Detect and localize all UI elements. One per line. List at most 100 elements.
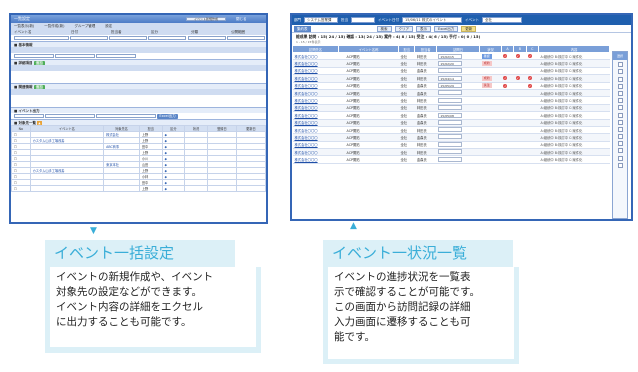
export-file-input[interactable] [96,114,157,118]
left-tab-3[interactable]: 設定 [105,24,112,28]
target-link[interactable]: 株式会社〇〇〇 [295,106,318,110]
visit-date-input[interactable] [438,104,463,110]
basic-input-3[interactable] [96,54,137,58]
target-link[interactable]: ABC商事 [106,145,119,149]
dept-select[interactable]: システム営業課 [304,17,338,23]
owner-select[interactable] [109,36,148,40]
target-link[interactable]: 株式会社〇〇〇 [295,143,318,147]
target-link[interactable]: 株式会社〇〇〇 [295,62,318,66]
table-row[interactable]: 株式会社〇〇〇 ACP開拓 全社 林田氏 A:継続中 B:検討中 C:案件化 [292,148,610,157]
target-link[interactable]: 株式会社〇〇〇 [295,136,318,140]
row-select-checkbox[interactable] [617,141,623,147]
visit-date-input[interactable]: 15/05/08 [438,112,463,118]
row-select-checkbox[interactable] [617,134,623,140]
visit-date-input[interactable] [438,127,463,133]
export-date-input[interactable] [14,114,44,118]
target-link[interactable]: 株式会社〇〇〇 [295,84,318,88]
event-date-select[interactable]: 15/06/11 株式のイベント [402,17,462,23]
visit-date-input[interactable] [438,97,463,103]
detail-add-button[interactable]: 追加 [33,60,45,65]
table-row[interactable]: 株式会社〇〇〇 ACP開拓 全社 金森氏 A:継続中 B:検討中 C:案件化 [292,155,610,164]
target-link[interactable]: 株式会社〇〇〇 [295,114,318,118]
table-row[interactable]: 株式会社〇〇〇 ACP開拓 全社 林田氏 A:継続中 B:検討中 C:案件化 [292,141,610,150]
row-select-checkbox[interactable] [617,98,623,104]
event-link[interactable]: カスタム山手工場改善 [33,139,65,143]
update-button[interactable]: 更新 [461,25,477,32]
visit-date-input[interactable] [438,141,463,147]
status-badge[interactable]: 失注 [481,83,492,89]
target-link[interactable]: 株式会社〇〇〇 [295,69,318,73]
scope-select[interactable] [226,36,265,40]
left-tab-1[interactable]: 一覧作成(新) [44,24,64,28]
table-row[interactable]: 株式会社〇〇〇 ACP開拓 全社 金森氏 A:継続中 B:検討中 C:案件化 [292,67,610,76]
target-link[interactable]: 株式会社〇〇〇 [295,77,318,81]
table-row[interactable]: 株式会社〇〇〇 ACP開拓 全社 金森氏 15/05/08 A:継続中 B:検討中 C:案… [292,111,610,120]
search-button[interactable]: 検索 [376,25,392,32]
tab-summary[interactable]: 集約表 [294,25,311,32]
table-row[interactable]: 株式会社〇〇〇 ACP開拓 全社 林田氏 A:継続中 B:検討中 C:案件化 [292,126,610,135]
basic-input-2[interactable] [55,54,96,58]
table-row[interactable]: 株式会社〇〇〇 ACP開拓 全社 金森氏 A:継続中 B:検討中 C:案件化 [292,89,610,98]
target-link[interactable]: 株式会社〇〇〇 [295,158,318,162]
target-link[interactable]: 株式会社〇〇〇 [295,55,318,59]
visit-date-input[interactable] [438,67,463,73]
related-add-button[interactable]: 追加 [33,84,45,89]
role-select[interactable] [351,17,375,23]
status-badge[interactable]: 確認 [481,53,492,59]
row-select-checkbox[interactable] [617,76,623,82]
target-link[interactable]: 株式会社〇〇〇 [295,92,318,96]
table-row[interactable]: 株式会社〇〇〇 ACP開拓 全社 金森氏 A:継続中 B:検討中 C:案件化 [292,133,610,142]
clear-button[interactable]: クリア [394,25,413,32]
table-row[interactable]: 株式会社〇〇〇 ACP開拓 全社 林田氏 A:継続中 B:検討中 C:案件化 [292,104,610,113]
row-select-checkbox[interactable] [617,90,623,96]
row-select-checkbox[interactable] [617,105,623,111]
new-event-button[interactable]: イベント新規作成 [186,16,226,21]
row-select-checkbox[interactable] [617,126,623,132]
table-row[interactable]: 株式会社〇〇〇 ACP開拓 全社 金森氏 15/05/29 失注 ✓ ✓ A:継続中 B:検討中… [292,82,610,90]
left-tab-2[interactable]: グループ管理 [74,24,95,28]
status-badge[interactable]: 成約 [481,61,492,67]
row-select-checkbox[interactable] [617,162,623,168]
row-select-checkbox[interactable] [617,69,623,75]
row-select-checkbox[interactable] [617,155,623,161]
row-select-checkbox[interactable] [617,83,623,89]
table-row[interactable]: 株式会社〇〇〇 ACP開拓 全社 林田氏 15/02/15 確認 ✓ ✓ ✓ A:継続中 B:検討… [292,52,610,61]
row-select-checkbox[interactable] [617,62,623,68]
visit-date-input[interactable] [438,149,463,155]
target-link[interactable]: 株式会社 [106,133,119,137]
basic-input-1[interactable] [14,54,54,58]
table-row[interactable]: 株式会社〇〇〇 ACP開拓 全社 林田氏 15/04/14 成約 ✓ ✓ ✓ A:継続中 B:検討… [292,74,610,83]
row-select-checkbox[interactable] [617,112,623,118]
category-select[interactable] [148,36,187,40]
visit-date-input[interactable] [438,134,463,140]
close-link[interactable]: 閉じる [236,15,247,23]
row-select-checkbox[interactable] [617,119,623,125]
row-checkbox[interactable]: ☐ [11,185,31,192]
date-input[interactable] [70,36,109,40]
visit-date-input[interactable] [438,156,463,162]
visit-date-input[interactable]: 15/05/29 [438,83,463,89]
target-link[interactable]: 株式会社〇〇〇 [295,121,318,125]
status-badge[interactable]: 成約 [481,75,492,81]
visit-date-input[interactable] [438,90,463,96]
target-link[interactable]: 株式会社〇〇〇 [295,151,318,155]
event-name-input[interactable] [14,36,69,40]
visit-date-input[interactable]: 15/04/14 [438,75,463,81]
event-select[interactable]: 全社 [482,17,522,23]
excel-export-button[interactable]: Excel出力 [434,25,459,32]
target-link[interactable]: 株式会社〇〇〇 [295,129,318,133]
target-link[interactable]: 株式会社〇〇〇 [295,99,318,103]
visit-date-input[interactable]: 15/02/20 [438,61,463,67]
table-row[interactable]: 株式会社〇〇〇 ACP開拓 全社 金森氏 A:継続中 B:検討中 C:案件化 [292,119,610,127]
table-row[interactable]: 株式会社〇〇〇 ACP開拓 全社 林田氏 15/02/20 成約 A:継続中 B:検討中 C… [292,59,610,68]
type-select[interactable] [187,36,226,40]
row-select-checkbox[interactable] [617,148,623,154]
excel-export-button[interactable]: Excel出力 [157,113,178,119]
visit-date-input[interactable]: 15/02/15 [438,53,463,59]
show-button[interactable]: 表示 [416,25,431,32]
export-type-select[interactable] [45,114,96,118]
target-link[interactable]: 東京本社 [106,163,119,167]
table-row[interactable]: ☐ 上野 ◆ [11,185,266,192]
visit-date-input[interactable] [438,119,463,125]
event-link[interactable]: カスタム山手工場改善 [33,169,65,173]
